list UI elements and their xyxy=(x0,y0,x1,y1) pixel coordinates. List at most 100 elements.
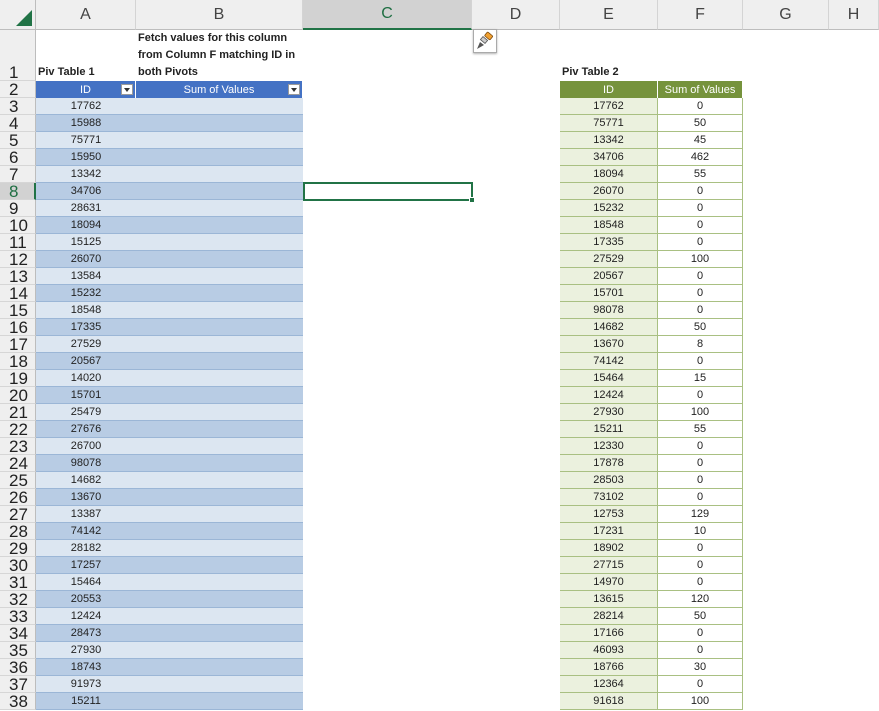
pivot1-id-cell[interactable]: 17335 xyxy=(36,319,136,336)
pivot2-id-cell[interactable]: 27930 xyxy=(560,404,658,421)
pivot1-id-cell[interactable]: 26700 xyxy=(36,438,136,455)
pivot2-id-cell[interactable]: 73102 xyxy=(560,489,658,506)
row-header-12[interactable]: 12 xyxy=(0,251,36,268)
pivot2-sum-cell[interactable]: 8 xyxy=(658,336,743,353)
pivot2-id-cell[interactable]: 18094 xyxy=(560,166,658,183)
pivot1-sum-cell[interactable] xyxy=(136,336,303,353)
pivot1-id-cell[interactable]: 15464 xyxy=(36,574,136,591)
row-header-1[interactable]: 1 xyxy=(0,30,36,81)
row-header-26[interactable]: 26 xyxy=(0,489,36,506)
pivot2-sum-cell[interactable]: 0 xyxy=(658,472,743,489)
pivot2-id-cell[interactable]: 17166 xyxy=(560,625,658,642)
pivot2-id-cell[interactable]: 15464 xyxy=(560,370,658,387)
pivot1-id-cell[interactable]: 15988 xyxy=(36,115,136,132)
select-all-corner[interactable] xyxy=(0,0,36,30)
pivot1-sum-cell[interactable] xyxy=(136,251,303,268)
column-header-e[interactable]: E xyxy=(560,0,658,30)
pivot2-sum-cell[interactable]: 0 xyxy=(658,268,743,285)
pivot1-sum-cell[interactable] xyxy=(136,625,303,642)
fill-handle[interactable] xyxy=(469,197,475,203)
pivot2-sum-cell[interactable]: 50 xyxy=(658,319,743,336)
pivot1-sum-cell[interactable] xyxy=(136,132,303,149)
pivot2-sum-cell[interactable]: 0 xyxy=(658,234,743,251)
row-header-11[interactable]: 11 xyxy=(0,234,36,251)
pivot1-sum-cell[interactable] xyxy=(136,642,303,659)
row-header-15[interactable]: 15 xyxy=(0,302,36,319)
pivot1-id-cell[interactable]: 18743 xyxy=(36,659,136,676)
pivot1-sum-cell[interactable] xyxy=(136,353,303,370)
pivot2-sum-cell[interactable]: 10 xyxy=(658,523,743,540)
pivot2-id-cell[interactable]: 98078 xyxy=(560,302,658,319)
pivot2-id-cell[interactable]: 13342 xyxy=(560,132,658,149)
row-header-27[interactable]: 27 xyxy=(0,506,36,523)
pivot2-id-cell[interactable]: 75771 xyxy=(560,115,658,132)
pivot1-id-cell[interactable]: 20567 xyxy=(36,353,136,370)
row-header-17[interactable]: 17 xyxy=(0,336,36,353)
pivot2-sum-cell[interactable]: 50 xyxy=(658,115,743,132)
pivot1-sum-cell[interactable] xyxy=(136,200,303,217)
pivot1-id-cell[interactable]: 34706 xyxy=(36,183,136,200)
pivot1-sum-cell[interactable] xyxy=(136,234,303,251)
pivot1-sum-cell[interactable] xyxy=(136,421,303,438)
pivot2-id-cell[interactable]: 17762 xyxy=(560,98,658,115)
row-header-36[interactable]: 36 xyxy=(0,659,36,676)
pivot2-id-cell[interactable]: 28503 xyxy=(560,472,658,489)
pivot1-id-cell[interactable]: 75771 xyxy=(36,132,136,149)
pivot1-sum-cell[interactable] xyxy=(136,574,303,591)
row-header-29[interactable]: 29 xyxy=(0,540,36,557)
format-painter-button[interactable] xyxy=(473,29,497,53)
pivot1-id-cell[interactable]: 25479 xyxy=(36,404,136,421)
pivot2-id-cell[interactable]: 20567 xyxy=(560,268,658,285)
pivot1-sum-cell[interactable] xyxy=(136,387,303,404)
pivot1-sum-cell[interactable] xyxy=(136,370,303,387)
pivot1-id-cell[interactable]: 28473 xyxy=(36,625,136,642)
pivot1-sum-cell[interactable] xyxy=(136,557,303,574)
pivot2-sum-cell[interactable]: 0 xyxy=(658,642,743,659)
pivot1-id-cell[interactable]: 13670 xyxy=(36,489,136,506)
row-header-34[interactable]: 34 xyxy=(0,625,36,642)
column-header-g[interactable]: G xyxy=(743,0,829,30)
pivot1-sum-cell[interactable] xyxy=(136,302,303,319)
pivot1-sum-cell[interactable] xyxy=(136,455,303,472)
pivot2-sum-cell[interactable]: 0 xyxy=(658,438,743,455)
pivot1-id-cell[interactable]: 28182 xyxy=(36,540,136,557)
pivot2-id-cell[interactable]: 13670 xyxy=(560,336,658,353)
pivot1-id-cell[interactable]: 20553 xyxy=(36,591,136,608)
row-header-5[interactable]: 5 xyxy=(0,132,36,149)
pivot2-id-cell[interactable]: 27529 xyxy=(560,251,658,268)
row-header-21[interactable]: 21 xyxy=(0,404,36,421)
pivot2-sum-cell[interactable]: 0 xyxy=(658,625,743,642)
pivot2-header-id[interactable]: ID xyxy=(560,81,658,98)
pivot2-id-cell[interactable]: 17335 xyxy=(560,234,658,251)
pivot1-id-cell[interactable]: 18548 xyxy=(36,302,136,319)
pivot1-sum-cell[interactable] xyxy=(136,506,303,523)
row-header-7[interactable]: 7 xyxy=(0,166,36,183)
pivot1-id-cell[interactable]: 18094 xyxy=(36,217,136,234)
pivot1-sum-cell[interactable] xyxy=(136,659,303,676)
row-header-10[interactable]: 10 xyxy=(0,217,36,234)
row-header-22[interactable]: 22 xyxy=(0,421,36,438)
pivot2-sum-cell[interactable]: 0 xyxy=(658,285,743,302)
row-header-31[interactable]: 31 xyxy=(0,574,36,591)
pivot1-sum-cell[interactable] xyxy=(136,285,303,302)
pivot1-id-cell[interactable]: 12424 xyxy=(36,608,136,625)
pivot2-sum-cell[interactable]: 55 xyxy=(658,166,743,183)
pivot1-sum-cell[interactable] xyxy=(136,319,303,336)
pivot2-sum-cell[interactable]: 45 xyxy=(658,132,743,149)
pivot1-id-cell[interactable]: 74142 xyxy=(36,523,136,540)
pivot2-sum-cell[interactable]: 0 xyxy=(658,489,743,506)
pivot2-sum-cell[interactable]: 462 xyxy=(658,149,743,166)
pivot1-id-cell[interactable]: 15125 xyxy=(36,234,136,251)
pivot2-sum-cell[interactable]: 0 xyxy=(658,387,743,404)
pivot1-header-sum[interactable]: Sum of Values xyxy=(136,81,303,98)
pivot2-id-cell[interactable]: 91618 xyxy=(560,693,658,710)
row-header-33[interactable]: 33 xyxy=(0,608,36,625)
pivot2-id-cell[interactable]: 18902 xyxy=(560,540,658,557)
pivot2-sum-cell[interactable]: 129 xyxy=(658,506,743,523)
pivot1-id-cell[interactable]: 26070 xyxy=(36,251,136,268)
row-header-3[interactable]: 3 xyxy=(0,98,36,115)
row-header-37[interactable]: 37 xyxy=(0,676,36,693)
pivot2-id-cell[interactable]: 27715 xyxy=(560,557,658,574)
pivot1-id-cell[interactable]: 17257 xyxy=(36,557,136,574)
pivot1-sum-cell[interactable] xyxy=(136,676,303,693)
